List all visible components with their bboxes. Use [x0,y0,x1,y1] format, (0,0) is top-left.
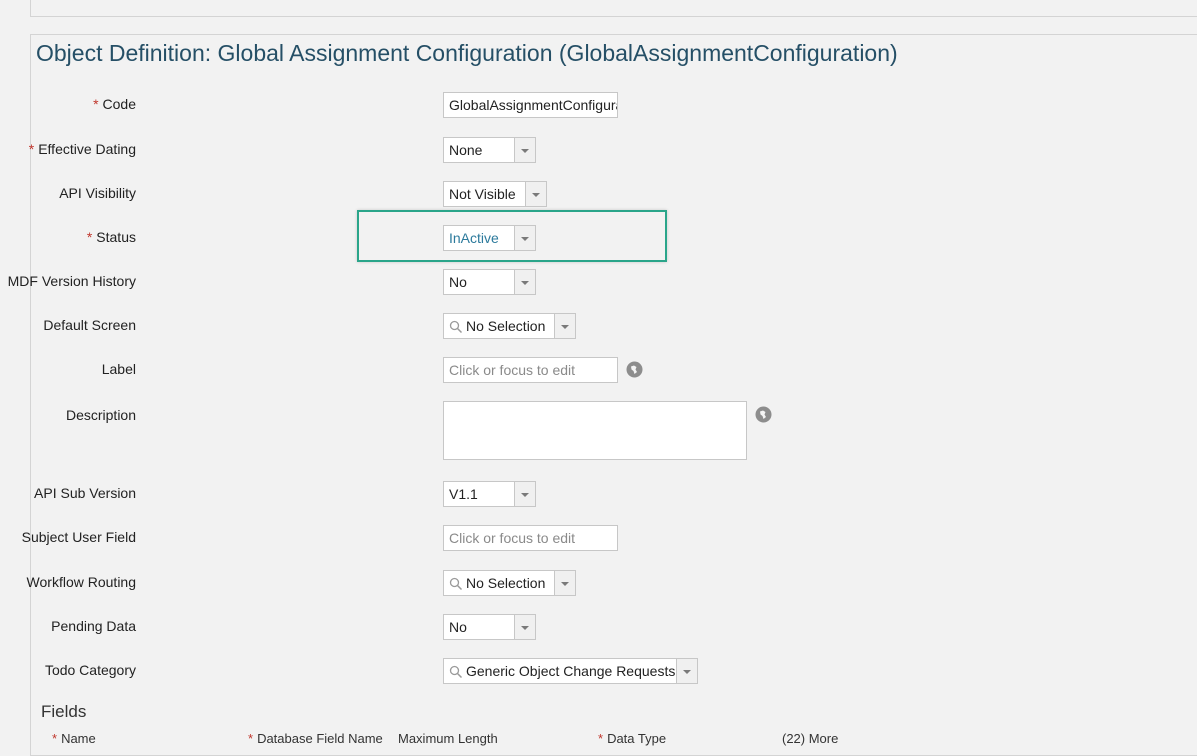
workflow-routing-select[interactable]: No Selection [443,570,576,596]
default-screen-dropdown-button[interactable] [554,314,575,338]
chevron-down-icon [683,670,691,674]
column-header-name[interactable]: * Name [52,731,96,746]
workflow-routing-label: Workflow Routing [26,574,136,590]
column-header-maximum-length[interactable]: Maximum Length [398,731,498,746]
default-screen-select[interactable]: No Selection [443,313,576,339]
mdf-version-history-value: No [449,274,467,290]
mdf-version-history-dropdown-button[interactable] [514,270,535,294]
search-icon [449,577,463,591]
globe-icon[interactable] [626,361,643,378]
api-sub-version-dropdown-button[interactable] [514,482,535,506]
api-sub-version-row: API Sub Version V1.1 [0,481,900,509]
page-title: Object Definition: Global Assignment Con… [36,40,898,66]
description-label: Description [65,407,136,423]
api-visibility-label: API Visibility [59,185,136,201]
chevron-down-icon [532,193,540,197]
api-sub-version-value: V1.1 [449,486,478,502]
workflow-routing-dropdown-button[interactable] [554,571,575,595]
column-header-name-text: Name [61,731,96,746]
api-visibility-row: API Visibility Not Visible [0,181,900,209]
required-marker: * [52,731,58,746]
description-row: Description [0,401,900,461]
fields-section-title: Fields [41,702,87,721]
api-sub-version-label: API Sub Version [34,485,136,501]
required-marker: * [248,731,254,746]
chevron-down-icon [561,325,569,329]
subject-user-field-placeholder: Click or focus to edit [449,530,576,546]
label-input[interactable]: Click or focus to edit [443,357,618,383]
todo-category-label: Todo Category [44,662,136,678]
workflow-routing-value: No Selection [466,575,546,591]
effective-dating-select[interactable]: None [443,137,536,163]
code-label-text: Code [102,96,136,112]
default-screen-label: Default Screen [43,317,136,333]
chevron-down-icon [521,281,529,285]
code-input[interactable]: GlobalAssignmentConfigurat [443,92,618,118]
chevron-down-icon [521,626,529,630]
status-highlight-box [357,210,667,262]
effective-dating-dropdown-button[interactable] [514,138,535,162]
todo-category-value: Generic Object Change Requests [466,663,676,679]
todo-category-dropdown-button[interactable] [676,659,697,683]
effective-dating-label-text: Effective Dating [38,141,136,157]
required-marker: * [86,229,93,245]
column-header-data-type[interactable]: * Data Type [598,731,666,746]
api-visibility-select[interactable]: Not Visible [443,181,547,207]
description-textarea[interactable] [443,401,747,460]
required-marker: * [93,96,99,112]
pending-data-label: Pending Data [51,618,136,634]
pending-data-dropdown-button[interactable] [514,615,535,639]
globe-icon[interactable] [755,406,772,423]
effective-dating-row: * Effective Dating None [0,137,900,165]
code-row: * Code GlobalAssignmentConfigurat [0,92,900,120]
subject-user-field-label: Subject User Field [21,529,136,545]
label-placeholder: Click or focus to edit [449,362,576,378]
status-label-text: Status [96,229,136,245]
chevron-down-icon [521,493,529,497]
label-row: Label Click or focus to edit [0,357,900,385]
code-value: GlobalAssignmentConfigurat [449,97,617,113]
status-label: * Status [87,225,136,253]
label-field-label: Label [101,361,136,377]
search-icon [449,665,463,679]
more-columns-link[interactable]: (22) More [782,731,838,746]
pending-data-value: No [449,619,467,635]
effective-dating-value: None [449,142,483,158]
required-marker: * [598,731,604,746]
mdf-version-history-select[interactable]: No [443,269,536,295]
effective-dating-label: * Effective Dating [29,137,136,165]
api-visibility-value: Not Visible [449,186,516,202]
api-visibility-dropdown-button[interactable] [525,182,546,206]
subject-user-field-input[interactable]: Click or focus to edit [443,525,618,551]
top-panel [30,0,1197,17]
todo-category-row: Todo Category Generic Object Change Requ… [0,658,900,686]
todo-category-select[interactable]: Generic Object Change Requests [443,658,698,684]
subject-user-field-row: Subject User Field Click or focus to edi… [0,525,900,553]
pending-data-select[interactable]: No [443,614,536,640]
column-header-data-type-text: Data Type [607,731,667,746]
pending-data-row: Pending Data No [0,614,900,642]
code-label: * Code [93,92,136,120]
search-icon [449,320,463,334]
required-marker: * [28,141,35,157]
mdf-version-history-row: MDF Version History No [0,269,900,297]
api-sub-version-select[interactable]: V1.1 [443,481,536,507]
column-header-database-field-name-text: Database Field Name [257,731,383,746]
chevron-down-icon [561,582,569,586]
column-header-database-field-name[interactable]: * Database Field Name [248,731,383,746]
default-screen-row: Default Screen No Selection [0,313,900,341]
default-screen-value: No Selection [466,318,546,334]
mdf-version-history-label: MDF Version History [7,273,136,289]
workflow-routing-row: Workflow Routing No Selection [0,570,900,598]
chevron-down-icon [521,149,529,153]
